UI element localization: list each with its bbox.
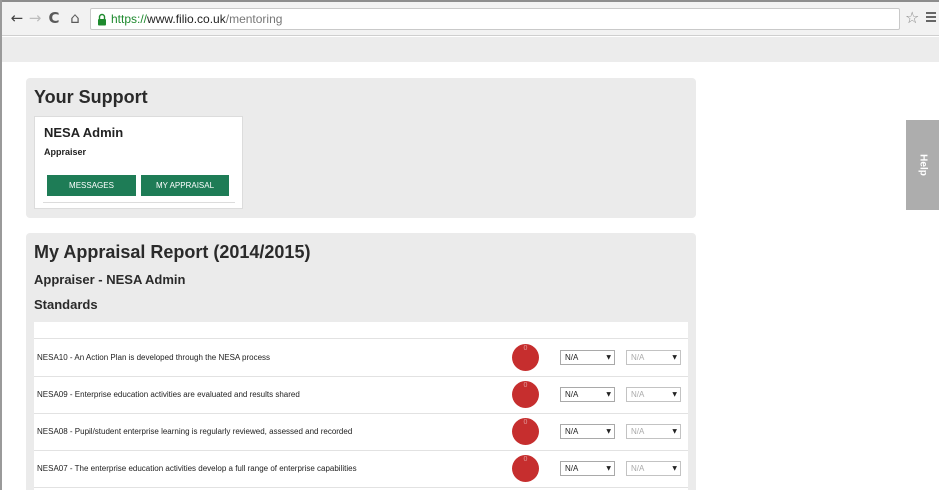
appraisal-report-title: My Appraisal Report (2014/2015): [34, 242, 311, 262]
select-value: N/A: [565, 390, 579, 399]
dropdown-caret-icon: ▼: [672, 391, 677, 398]
rating-select-primary[interactable]: N/A ▼: [560, 350, 615, 365]
card-divider: [43, 202, 235, 203]
dropdown-caret-icon: ▼: [672, 465, 677, 472]
standard-text: NESA09 - Enterprise education activities…: [37, 390, 300, 399]
lock-icon: [98, 13, 106, 26]
standards-heading: Standards: [34, 297, 98, 312]
rating-select-primary[interactable]: N/A ▼: [560, 424, 615, 439]
browser-window: ← → C ⌂ https://www.filio.co.uk/mentorin…: [0, 0, 939, 490]
url-protocol: https://: [111, 12, 148, 26]
select-value: N/A: [631, 353, 645, 362]
browser-menu-icon[interactable]: [926, 12, 936, 22]
standards-table: NESA10 - An Action Plan is developed thr…: [34, 322, 688, 490]
rating-select-secondary[interactable]: N/A ▼: [626, 424, 681, 439]
standard-row: NESA10 - An Action Plan is developed thr…: [34, 340, 688, 377]
support-contact-card: NESA Admin Appraiser MESSAGES MY APPRAIS…: [34, 116, 243, 209]
reload-icon[interactable]: C: [45, 9, 63, 27]
standard-text: NESA07 - The enterprise education activi…: [37, 464, 357, 473]
dropdown-caret-icon: ▼: [606, 465, 611, 472]
appraiser-line: Appraiser - NESA Admin: [34, 272, 186, 287]
score-value: 0: [523, 382, 528, 389]
browser-toolbar: ← → C ⌂ https://www.filio.co.uk/mentorin…: [2, 2, 939, 36]
select-value: N/A: [631, 427, 645, 436]
rating-select-primary[interactable]: N/A ▼: [560, 461, 615, 476]
standard-row: NESA07 - The enterprise education activi…: [34, 451, 688, 488]
select-value: N/A: [631, 390, 645, 399]
table-header-row: [34, 322, 688, 339]
score-indicator: 0: [512, 344, 539, 371]
messages-button[interactable]: MESSAGES: [47, 175, 136, 196]
your-support-panel: Your Support NESA Admin Appraiser MESSAG…: [26, 78, 696, 218]
select-value: N/A: [565, 427, 579, 436]
standard-text: NESA10 - An Action Plan is developed thr…: [37, 353, 271, 362]
help-label: Help: [917, 154, 928, 176]
score-value: 0: [523, 456, 528, 463]
url-text: https://www.filio.co.uk/mentoring: [111, 12, 282, 26]
help-tab[interactable]: Help: [906, 120, 939, 210]
select-value: N/A: [565, 353, 579, 362]
window-border-left: [0, 0, 2, 490]
dropdown-caret-icon: ▼: [672, 354, 677, 361]
back-arrow-icon[interactable]: ←: [8, 9, 26, 27]
score-indicator: 0: [512, 418, 539, 445]
my-appraisal-button[interactable]: MY APPRAISAL: [141, 175, 229, 196]
select-value: N/A: [565, 464, 579, 473]
address-bar[interactable]: https://www.filio.co.uk/mentoring: [90, 8, 900, 30]
select-value: N/A: [631, 464, 645, 473]
your-support-title: Your Support: [34, 87, 148, 107]
standard-text: NESA08 - Pupil/student enterprise learni…: [37, 427, 353, 436]
dropdown-caret-icon: ▼: [672, 428, 677, 435]
rating-select-primary[interactable]: N/A ▼: [560, 387, 615, 402]
dropdown-caret-icon: ▼: [606, 391, 611, 398]
site-header-bar: [2, 37, 939, 62]
dropdown-caret-icon: ▼: [606, 354, 611, 361]
score-indicator: 0: [512, 455, 539, 482]
score-indicator: 0: [512, 381, 539, 408]
home-icon[interactable]: ⌂: [66, 9, 84, 27]
url-host: www.filio.co.uk: [147, 12, 226, 26]
appraisal-report-panel: My Appraisal Report (2014/2015) Appraise…: [26, 233, 696, 490]
dropdown-caret-icon: ▼: [606, 428, 611, 435]
url-path: /mentoring: [225, 12, 283, 26]
contact-role: Appraiser: [44, 147, 87, 157]
rating-select-secondary[interactable]: N/A ▼: [626, 461, 681, 476]
score-value: 0: [523, 419, 528, 426]
bookmark-star-icon[interactable]: ☆: [905, 8, 919, 28]
contact-name: NESA Admin: [44, 125, 124, 140]
score-value: 0: [523, 345, 528, 352]
forward-arrow-icon[interactable]: →: [26, 9, 44, 27]
rating-select-secondary[interactable]: N/A ▼: [626, 350, 681, 365]
standard-row: NESA09 - Enterprise education activities…: [34, 377, 688, 414]
standard-row: NESA08 - Pupil/student enterprise learni…: [34, 414, 688, 451]
rating-select-secondary[interactable]: N/A ▼: [626, 387, 681, 402]
